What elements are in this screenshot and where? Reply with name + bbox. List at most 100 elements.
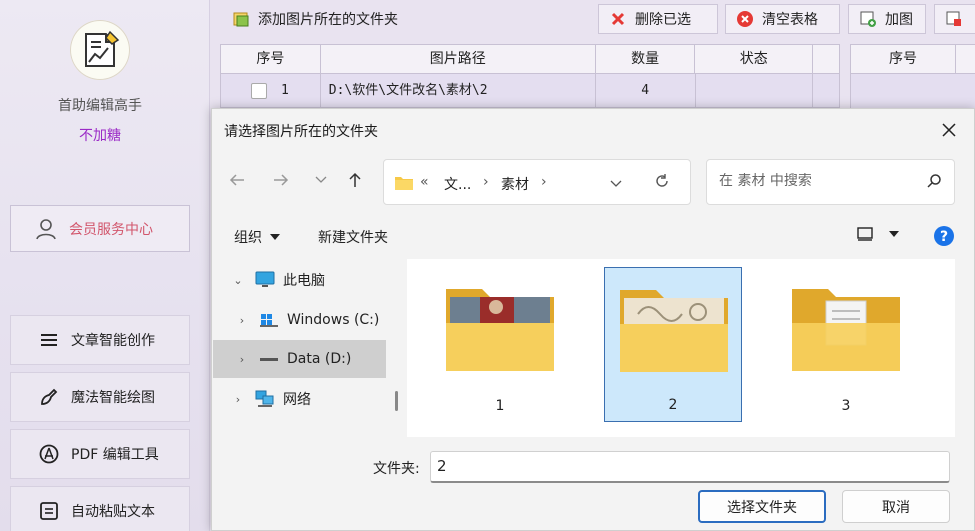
tree-item-network[interactable]: › 网络 — [213, 380, 386, 418]
organize-label: 组织 — [234, 230, 262, 246]
new-folder-button[interactable]: 新建文件夹 — [318, 227, 388, 247]
nav-label: 魔法智能绘图 — [71, 390, 155, 406]
help-icon: ? — [934, 226, 954, 246]
folder-item[interactable]: 3 — [777, 267, 915, 422]
column-header: 序号 — [221, 45, 321, 73]
chevron-down-icon — [610, 180, 622, 187]
select-folder-button[interactable]: 选择文件夹 — [698, 490, 826, 523]
column-header: 序号 — [851, 45, 956, 73]
nav-magic-drawing[interactable]: 魔法智能绘图 — [10, 372, 190, 422]
chevron-right-icon[interactable]: › — [235, 314, 249, 327]
refresh-icon — [656, 174, 668, 187]
magic-brush-icon — [39, 387, 59, 407]
breadcrumb-item[interactable]: 素材 — [501, 174, 529, 194]
row-status — [696, 74, 814, 107]
column-header: 图片路径 — [321, 45, 596, 73]
pdf-circle-icon — [39, 444, 59, 464]
clear-circle-icon — [736, 10, 754, 28]
help-button[interactable]: ? — [934, 226, 954, 246]
nav-label: 文章智能创作 — [71, 333, 155, 349]
organize-menu[interactable]: 组织 — [234, 227, 280, 247]
add-folder-icon — [232, 10, 250, 28]
app-name: 首助编辑高手 — [58, 98, 142, 114]
cancel-button[interactable]: 取消 — [842, 490, 950, 523]
folder-photo-icon — [446, 289, 554, 371]
chevron-right-icon[interactable]: › — [231, 393, 245, 406]
nav-auto-paste[interactable]: 自动粘贴文本 — [10, 486, 190, 531]
tree-item-windows-c[interactable]: › Windows (C:) — [213, 301, 386, 339]
folder-photo-icon — [620, 290, 728, 372]
app-subtitle: 不加糖 — [79, 128, 121, 144]
chevron-down-icon[interactable]: ⌄ — [231, 274, 245, 287]
search-box[interactable] — [706, 159, 955, 205]
address-history-button[interactable] — [610, 176, 622, 192]
chart-note-icon — [85, 30, 120, 67]
address-bar[interactable]: « 文... › 素材 › — [383, 159, 691, 205]
nav-article-creation[interactable]: 文章智能创作 — [10, 315, 190, 365]
doc-red-icon — [945, 10, 963, 28]
clear-table-label: 清空表格 — [762, 12, 818, 28]
arrow-up-icon — [349, 172, 361, 187]
column-header: 状态 — [695, 45, 814, 73]
clear-table-button[interactable]: 清空表格 — [725, 4, 840, 34]
folder-item-selected[interactable]: 2 — [604, 267, 742, 422]
member-service-button[interactable]: 会员服务中心 — [10, 205, 190, 252]
tree-label: 此电脑 — [283, 273, 325, 289]
folder-icon — [395, 177, 413, 190]
folder-document-icon — [792, 289, 900, 371]
close-button[interactable] — [938, 119, 960, 141]
search-icon — [927, 174, 941, 188]
breadcrumb-separator-icon: › — [541, 174, 547, 190]
chevron-down-icon — [315, 176, 327, 183]
tree-label: Data (D:) — [287, 351, 352, 367]
folder-name: 1 — [495, 398, 505, 414]
delete-selected-button[interactable]: 删除已选 — [598, 4, 718, 34]
add-image-button[interactable]: 加图 — [848, 4, 926, 34]
breadcrumb-item[interactable]: 文... — [444, 174, 471, 194]
folder-field-label: 文件夹: — [373, 461, 420, 477]
tree-item-data-d[interactable]: › Data (D:) — [213, 340, 386, 378]
refresh-button[interactable] — [654, 173, 670, 193]
add-folder-label: 添加图片所在的文件夹 — [258, 12, 398, 28]
computer-icon — [255, 271, 277, 289]
recent-locations-button[interactable] — [310, 169, 332, 191]
app-logo — [70, 20, 130, 80]
chevron-right-icon[interactable]: › — [235, 353, 249, 366]
column-header: 数量 — [596, 45, 696, 73]
back-button[interactable] — [226, 169, 248, 191]
user-icon — [36, 218, 56, 239]
tree-scrollbar[interactable] — [395, 391, 398, 411]
close-icon — [942, 123, 956, 137]
folder-name-input[interactable]: 2 — [430, 451, 950, 483]
search-input[interactable] — [719, 173, 909, 189]
sidebar: 首助编辑高手 不加糖 会员服务中心 文章智能创作 魔法智能绘图 PDF 编辑工具… — [0, 0, 210, 531]
nav-label: 自动粘贴文本 — [71, 504, 155, 520]
select-folder-dialog: 请选择图片所在的文件夹 « 文... › 素材 › 组织 新建文件夹 — [211, 108, 975, 531]
table-header: 序号 图片路径 数量 状态 — [220, 44, 840, 74]
add-folder-button[interactable]: 添加图片所在的文件夹 — [222, 4, 440, 34]
navigation-pane: ⌄ 此电脑 › Windows (C:) › Data (D:) › 网络 — [213, 261, 398, 436]
nav-pdf-tools[interactable]: PDF 编辑工具 — [10, 429, 190, 479]
table2-header: 序号 — [850, 44, 975, 74]
new-folder-label: 新建文件夹 — [318, 230, 388, 246]
row-path: D:\软件\文件改名\素材\2 — [321, 74, 596, 107]
nav-label: PDF 编辑工具 — [71, 447, 159, 463]
arrow-right-icon — [274, 174, 289, 186]
row-checkbox[interactable] — [251, 82, 267, 99]
toolbar-overflow-button[interactable] — [934, 4, 975, 34]
folder-item[interactable]: 1 — [431, 267, 569, 422]
add-image-icon — [859, 10, 877, 28]
breadcrumb-separator-icon: › — [483, 174, 489, 190]
folder-name: 3 — [841, 398, 851, 414]
view-options-button[interactable] — [857, 227, 899, 241]
caret-down-icon — [270, 234, 280, 240]
table-row[interactable]: 1 D:\软件\文件改名\素材\2 4 — [220, 74, 840, 108]
up-button[interactable] — [344, 169, 366, 191]
drive-icon — [259, 354, 281, 364]
paste-board-icon — [39, 501, 59, 521]
menu-lines-icon — [39, 330, 59, 350]
forward-button[interactable] — [270, 169, 292, 191]
tree-item-this-pc[interactable]: ⌄ 此电脑 — [213, 261, 386, 299]
tree-label: 网络 — [283, 392, 311, 408]
breadcrumb-overflow[interactable]: « — [420, 174, 429, 190]
